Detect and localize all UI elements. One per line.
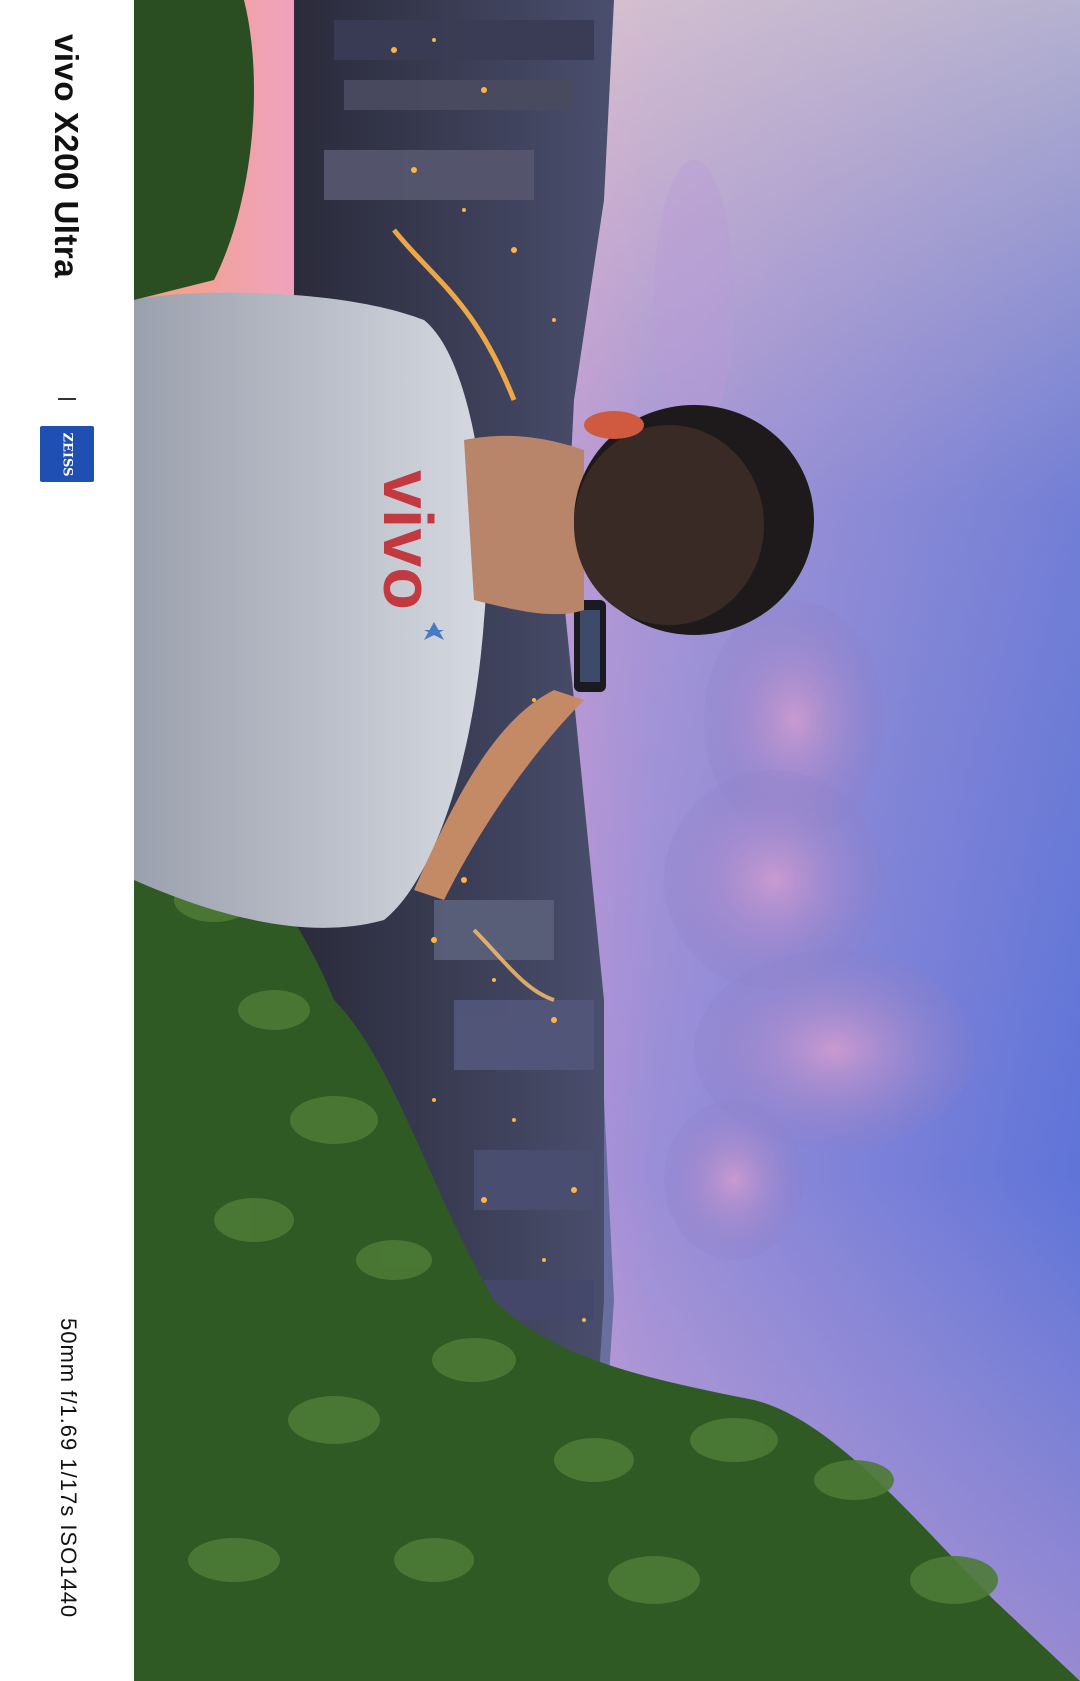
shirt-print-text: vivo — [369, 470, 447, 610]
camera-model-label: vivo X200 Ultra — [48, 34, 85, 279]
zeiss-logo-text: ZEISS — [59, 432, 75, 476]
photo: vivo — [134, 0, 1080, 1681]
watermark-strip: vivo X200 Ultra ZEISS 50mm f/1.69 1/17s … — [0, 0, 134, 1681]
photo-scene: vivo — [134, 0, 1080, 1681]
watermark-divider — [58, 398, 76, 400]
zeiss-logo: ZEISS — [40, 426, 94, 482]
exif-info-label: 50mm f/1.69 1/17s ISO1440 — [56, 1318, 81, 1619]
